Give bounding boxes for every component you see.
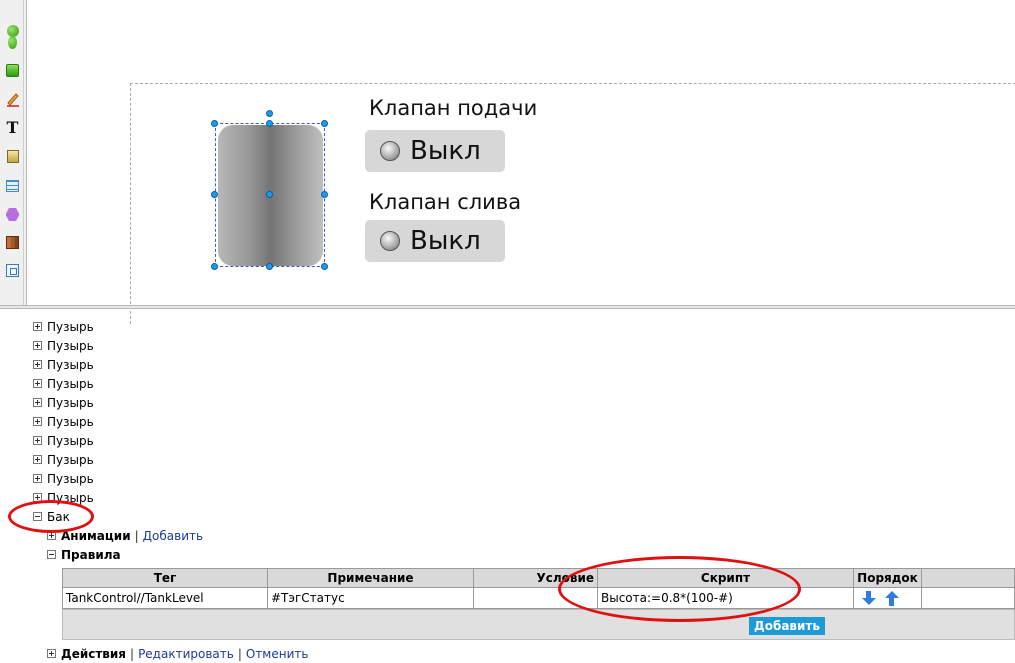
- ellipse-icon[interactable]: [4, 34, 21, 51]
- cell-tag[interactable]: TankControl//TankLevel: [62, 587, 268, 609]
- col-empty-header: [921, 568, 1015, 588]
- tree-item-label: Пузырь: [47, 395, 94, 410]
- valve-drain-label: Клапан слива: [369, 190, 522, 214]
- cell-note[interactable]: #ТэгСтатус: [267, 587, 474, 609]
- rotate-handle[interactable]: [266, 110, 273, 117]
- tree-item-label: Пузырь: [47, 471, 94, 486]
- move-down-icon[interactable]: [861, 590, 876, 606]
- tree-item-bubble[interactable]: Пузырь: [33, 355, 94, 374]
- col-note-header[interactable]: Примечание: [267, 568, 474, 588]
- move-up-icon[interactable]: [884, 590, 899, 606]
- expand-icon[interactable]: [33, 436, 42, 445]
- separator: |: [130, 646, 135, 661]
- actions-label: Действия: [61, 646, 127, 661]
- annotation-oval-script: [558, 556, 801, 622]
- col-order-header[interactable]: Порядок: [853, 568, 922, 588]
- separator: |: [134, 528, 139, 543]
- tree-item-label: Пузырь: [47, 414, 94, 429]
- polygon-icon[interactable]: [4, 206, 21, 223]
- annotation-oval-tank: [8, 500, 94, 533]
- resize-handle-bc[interactable]: [266, 263, 273, 270]
- resize-handle-br[interactable]: [321, 263, 328, 270]
- expand-icon[interactable]: [33, 474, 42, 483]
- lamp-icon: [380, 141, 400, 161]
- cell-empty: [921, 587, 1015, 609]
- rectangle-icon[interactable]: [4, 62, 21, 79]
- table-row[interactable]: TankControl//TankLevel #ТэгСтатус Высота…: [62, 587, 1015, 609]
- tree-item-label: Пузырь: [47, 319, 94, 334]
- cell-order: [853, 587, 922, 609]
- add-rule-button[interactable]: Добавить: [749, 617, 825, 635]
- group-icon[interactable]: [4, 234, 21, 251]
- rules-table: Тег Примечание Условие Скрипт Порядок Ta…: [62, 568, 1015, 609]
- text-icon[interactable]: T: [4, 118, 21, 137]
- cancel-actions-link[interactable]: Отменить: [246, 647, 309, 661]
- tree-item-label: Пузырь: [47, 357, 94, 372]
- expand-icon[interactable]: [33, 417, 42, 426]
- valve-drain-button[interactable]: Выкл: [365, 220, 505, 262]
- tree-item-bubble[interactable]: Пузырь: [33, 317, 94, 336]
- table-footer: [62, 609, 1015, 640]
- image-icon[interactable]: [4, 148, 21, 165]
- table-header-row: Тег Примечание Условие Скрипт Порядок: [62, 568, 1015, 588]
- edit-actions-link[interactable]: Редактировать: [138, 647, 234, 661]
- valve-feed-label: Клапан подачи: [369, 96, 538, 120]
- center-handle[interactable]: [266, 191, 273, 198]
- expand-icon[interactable]: [33, 379, 42, 388]
- tree-item-label: Пузырь: [47, 452, 94, 467]
- expand-icon[interactable]: [47, 649, 56, 658]
- valve-feed-button[interactable]: Выкл: [365, 130, 505, 172]
- separator: |: [237, 646, 242, 661]
- tree-item-bubble[interactable]: Пузырь: [33, 469, 94, 488]
- panel-splitter[interactable]: [0, 305, 1015, 309]
- drawing-toolbar: T: [0, 0, 27, 305]
- tree-item-bubble[interactable]: Пузырь: [33, 431, 94, 450]
- resize-handle-ml[interactable]: [211, 191, 218, 198]
- tree-item-bubble[interactable]: Пузырь: [33, 336, 94, 355]
- table-icon[interactable]: [4, 177, 21, 194]
- resize-handle-tr[interactable]: [321, 120, 328, 127]
- collapse-icon[interactable]: [47, 550, 56, 559]
- valve-feed-state: Выкл: [410, 136, 481, 166]
- expand-icon[interactable]: [33, 398, 42, 407]
- col-tag-header[interactable]: Тег: [62, 568, 268, 588]
- add-animation-link[interactable]: Добавить: [143, 529, 203, 543]
- tree-item-label: Пузырь: [47, 433, 94, 448]
- tree-item-label: Пузырь: [47, 338, 94, 353]
- expand-icon[interactable]: [33, 360, 42, 369]
- resize-handle-mr[interactable]: [321, 191, 328, 198]
- tree-item-label: Пузырь: [47, 376, 94, 391]
- rules-label: Правила: [61, 547, 121, 562]
- expand-icon[interactable]: [33, 341, 42, 350]
- rules-node[interactable]: Правила: [47, 545, 121, 564]
- tree-item-bubble[interactable]: Пузырь: [33, 393, 94, 412]
- frame-icon[interactable]: [4, 262, 21, 279]
- actions-node[interactable]: Действия | Редактировать | Отменить: [47, 644, 308, 663]
- expand-icon[interactable]: [33, 455, 42, 464]
- tree-item-bubble[interactable]: Пузырь: [33, 374, 94, 393]
- resize-handle-tl[interactable]: [211, 120, 218, 127]
- valve-drain-state: Выкл: [410, 226, 481, 256]
- pen-icon[interactable]: [4, 90, 21, 107]
- tree-item-bubble[interactable]: Пузырь: [33, 450, 94, 469]
- expand-icon[interactable]: [33, 322, 42, 331]
- tree-item-bubble[interactable]: Пузырь: [33, 412, 94, 431]
- resize-handle-tc[interactable]: [266, 120, 273, 127]
- lamp-icon: [380, 231, 400, 251]
- resize-handle-bl[interactable]: [211, 263, 218, 270]
